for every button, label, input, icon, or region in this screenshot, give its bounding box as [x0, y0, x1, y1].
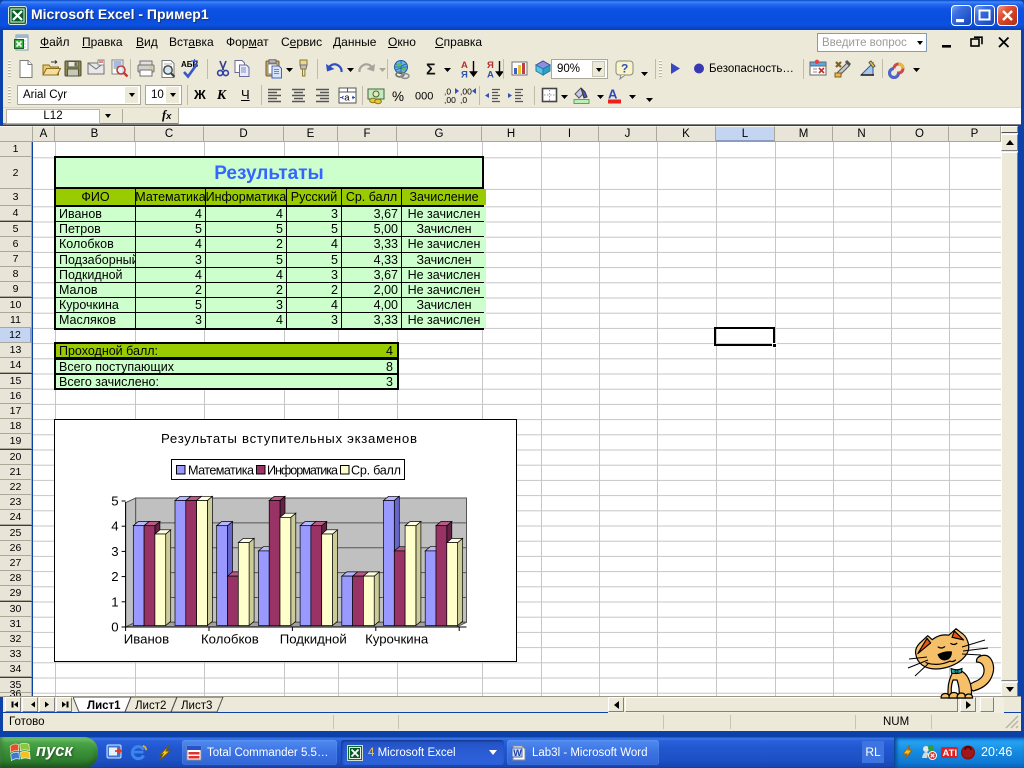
svg-text:ATI: ATI [943, 748, 958, 759]
svg-text:Результаты вступительных экзам: Результаты вступительных экзаменов [161, 431, 417, 446]
svg-text:Информатика: Информатика [267, 464, 338, 478]
svg-text:5: 5 [111, 494, 118, 509]
svg-text:000: 000 [415, 91, 433, 103]
svg-text:Курочкина: Курочкина [365, 632, 429, 647]
svg-text:a: a [344, 93, 350, 104]
svg-text:Математика: Математика [188, 464, 254, 478]
svg-text:Я: Я [461, 70, 468, 81]
svg-text:W: W [513, 747, 522, 757]
svg-text:,0: ,0 [460, 95, 467, 105]
svg-text:Лист3: Лист3 [181, 700, 212, 712]
svg-text:Колобков: Колобков [201, 632, 259, 647]
svg-text:0: 0 [111, 620, 118, 635]
svg-text:А: А [487, 70, 494, 81]
svg-text:?: ? [621, 62, 628, 76]
svg-text:Σ: Σ [426, 62, 436, 79]
svg-text:Иванов: Иванов [124, 632, 169, 647]
svg-text:4: 4 [111, 519, 118, 534]
svg-text:Ср. балл: Ср. балл [351, 464, 401, 478]
svg-text:А: А [608, 87, 618, 102]
svg-text:Подкидной: Подкидной [280, 632, 347, 647]
svg-text:Лист1: Лист1 [87, 700, 121, 712]
svg-text:1: 1 [111, 594, 118, 609]
svg-text:%: % [392, 89, 404, 104]
svg-text:Лист2: Лист2 [135, 700, 166, 712]
svg-text:,00: ,00 [444, 95, 456, 105]
svg-text:3: 3 [111, 544, 118, 559]
svg-text:2: 2 [111, 569, 118, 584]
